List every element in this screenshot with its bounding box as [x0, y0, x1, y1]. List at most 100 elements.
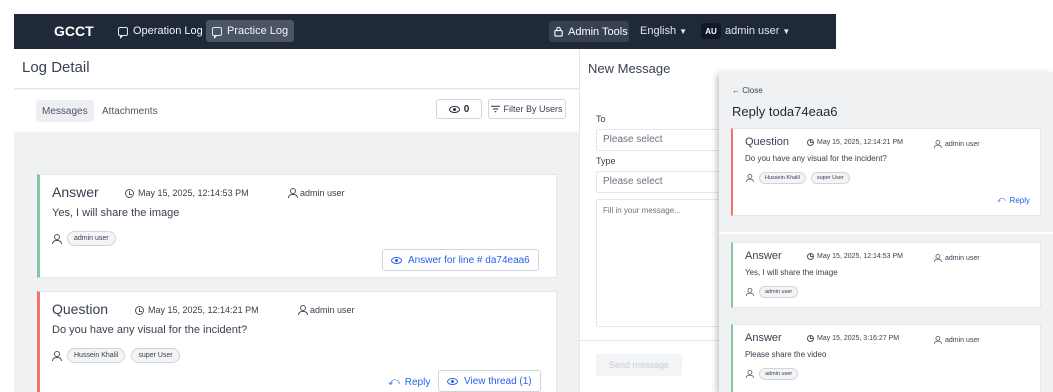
message-date-text: May 15, 2025, 12:14:21 PM	[148, 305, 259, 315]
clock-icon	[135, 305, 144, 315]
filter-label: Filter By Users	[503, 104, 563, 114]
tab-attachments[interactable]: Attachments	[96, 100, 164, 122]
recipient-tags: Hussein Khalil super User	[52, 348, 180, 363]
user-icon	[933, 254, 942, 262]
message-card-question: Question May 15, 2025, 12:14:21 PM admin…	[37, 291, 557, 392]
clock-icon	[125, 188, 134, 198]
close-button[interactable]: ← Close	[732, 86, 763, 95]
main-window: GCCT Operation Log Practice Log Admin To…	[14, 14, 836, 392]
user-icon	[933, 336, 942, 344]
thread-card-answer: Answer May 15, 2025, 12:14:53 PM admin u…	[731, 242, 1041, 308]
chat-icon	[118, 26, 128, 39]
tabs-bar: Messages Attachments 0 Filter By Users	[14, 90, 579, 132]
chevron-down-icon: ▼	[782, 27, 791, 36]
thread-title: Reply toda74eaa6	[732, 104, 838, 119]
user-icon	[933, 140, 942, 148]
message-date: May 15, 2025, 12:14:21 PM	[135, 305, 259, 315]
clock-icon	[807, 253, 814, 260]
answer-for-line-label: Answer for line # da74eaa6	[408, 254, 530, 266]
message-author: admin user	[298, 305, 355, 315]
message-author: admin user	[288, 188, 345, 198]
message-date: May 15, 2025, 12:14:53 PM	[807, 253, 903, 260]
user-icon	[298, 305, 308, 315]
message-body: Do you have any visual for the incident?	[52, 324, 248, 336]
thread-card-answer: Answer May 15, 2025, 3:16:27 PM admin us…	[731, 324, 1041, 392]
recipient-tag: Hussein Khalil	[759, 172, 806, 184]
message-author-text: admin user	[300, 188, 345, 198]
app-root: GCCT Operation Log Practice Log Admin To…	[0, 0, 1053, 392]
send-message-button[interactable]: Send message	[596, 354, 682, 376]
eye-icon	[391, 256, 402, 264]
nav-operation-log-label: Operation Log	[133, 25, 203, 37]
recipient-tag: Hussein Khalil	[67, 348, 126, 363]
answer-for-line-button[interactable]: Answer for line # da74eaa6	[382, 249, 539, 271]
page-title: Log Detail	[22, 59, 90, 76]
chat-icon	[212, 26, 222, 39]
message-date-text: May 15, 2025, 12:14:53 PM	[817, 253, 903, 260]
filter-icon	[491, 105, 501, 113]
message-date-text: May 15, 2025, 12:14:21 PM	[817, 139, 903, 146]
message-date: May 15, 2025, 3:16:27 PM	[807, 335, 899, 342]
nav-practice-log-label: Practice Log	[227, 25, 289, 37]
view-thread-label: View thread (1)	[464, 375, 532, 387]
admin-tools-label: Admin Tools	[568, 25, 628, 38]
users-icon	[52, 233, 62, 244]
reply-button[interactable]: ⤺ Reply	[388, 376, 430, 389]
message-type: Answer	[745, 332, 782, 344]
nav-practice-log[interactable]: Practice Log	[206, 20, 295, 42]
message-body: Yes, I will share the image	[745, 268, 838, 277]
message-body: Please share the video	[745, 350, 827, 359]
eye-icon	[448, 105, 460, 113]
recipient-tag: super User	[810, 172, 850, 184]
message-author-text: admin user	[945, 336, 980, 344]
recipient-tag: admin user	[759, 286, 799, 298]
admin-tools-button[interactable]: Admin Tools	[549, 21, 629, 42]
recipient-tag: admin user	[759, 368, 799, 380]
recipient-tags: admin user	[745, 368, 799, 380]
recipient-tag: super User	[131, 348, 180, 363]
language-label: English	[640, 25, 677, 37]
user-name: admin user	[725, 25, 780, 37]
nav-operation-log[interactable]: Operation Log	[112, 20, 209, 42]
message-type: Answer	[52, 184, 99, 200]
language-select[interactable]: English ▼	[640, 25, 687, 37]
user-menu[interactable]: admin user ▼	[725, 25, 790, 37]
recipient-tags: admin user	[52, 231, 116, 246]
reply-label: Reply	[404, 377, 431, 388]
log-header: Log Detail	[14, 49, 579, 89]
to-label: To	[596, 114, 606, 124]
brand-logo[interactable]: GCCT	[54, 23, 94, 39]
new-message-title: New Message	[588, 61, 671, 76]
recipient-tags: admin user	[745, 286, 799, 298]
eye-icon	[447, 377, 458, 385]
message-type: Answer	[745, 250, 782, 262]
users-icon	[52, 350, 62, 361]
reply-button[interactable]: ⤺ Reply	[997, 195, 1030, 205]
users-icon	[745, 288, 754, 296]
message-card-answer: Answer May 15, 2025, 12:14:53 PM admin u…	[37, 174, 557, 278]
user-icon	[288, 188, 298, 198]
clock-icon	[807, 335, 814, 342]
recipient-tag: admin user	[67, 231, 116, 246]
filter-by-users-button[interactable]: Filter By Users	[488, 99, 566, 119]
chevron-down-icon: ▼	[679, 27, 687, 36]
reply-icon: ⤺	[388, 376, 400, 388]
message-body: Do you have any visual for the incident?	[745, 154, 887, 163]
avatar[interactable]: AU	[701, 23, 721, 39]
message-date: May 15, 2025, 12:14:21 PM	[807, 139, 903, 146]
message-date-text: May 15, 2025, 3:16:27 PM	[817, 335, 900, 342]
view-thread-button[interactable]: View thread (1)	[438, 370, 541, 392]
message-author-text: admin user	[945, 254, 980, 262]
message-author: admin user	[933, 253, 980, 263]
message-author-text: admin user	[945, 140, 980, 148]
message-date-text: May 15, 2025, 12:14:53 PM	[138, 188, 249, 198]
reply-label: Reply	[1009, 195, 1030, 205]
top-navbar: GCCT Operation Log Practice Log Admin To…	[14, 14, 836, 49]
message-body: Yes, I will share the image	[52, 207, 180, 219]
thread-card-question: Question May 15, 2025, 12:14:21 PM admin…	[731, 128, 1041, 216]
message-author: admin user	[933, 139, 980, 149]
message-author: admin user	[933, 335, 980, 345]
users-icon	[745, 370, 754, 378]
tab-messages[interactable]: Messages	[36, 100, 94, 122]
viewers-button[interactable]: 0	[436, 99, 482, 119]
